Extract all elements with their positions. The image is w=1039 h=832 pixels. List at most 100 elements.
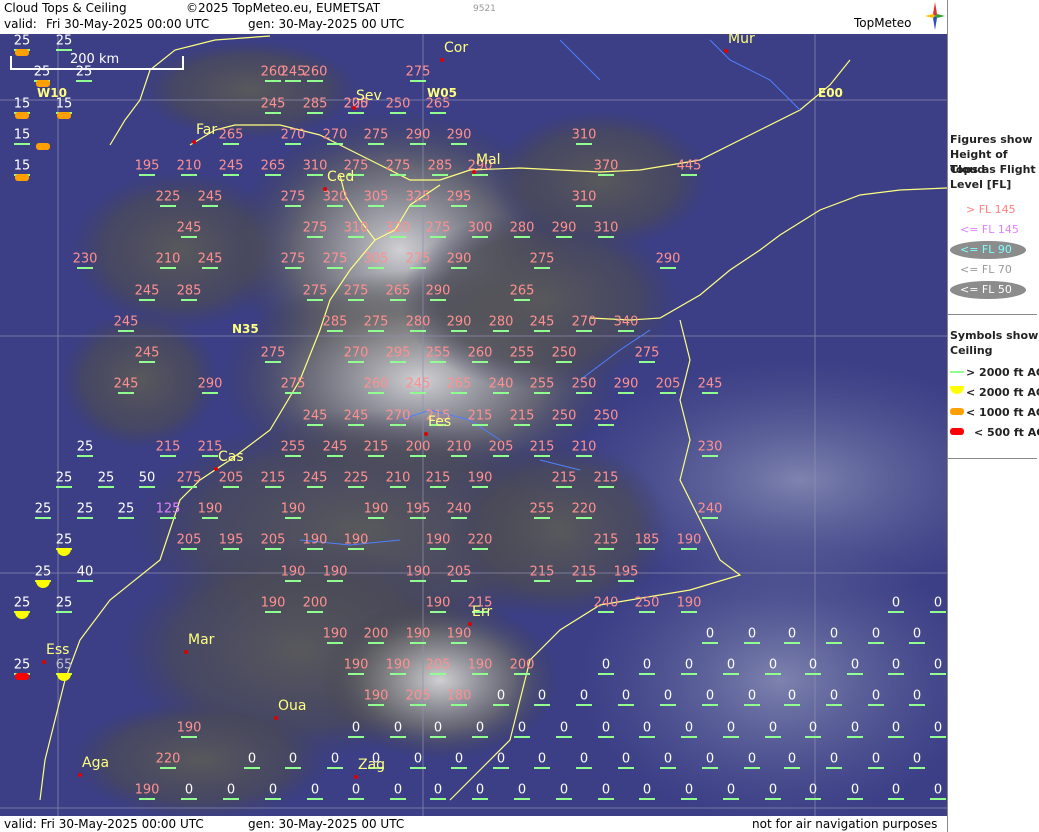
ceiling-symbol	[244, 767, 260, 769]
cloud-top-value: 205	[655, 376, 681, 392]
cloud-top-value: 210	[155, 251, 181, 267]
cloud-top-value: 260	[363, 376, 389, 392]
ceiling-symbol	[410, 392, 426, 394]
cloud-top-value: 190	[425, 595, 451, 611]
ceiling-symbol	[702, 767, 718, 769]
ceiling-symbol	[784, 704, 800, 706]
city-label: Err	[472, 604, 493, 620]
ceiling-symbol	[598, 673, 614, 675]
city-dot	[184, 650, 188, 654]
cloud-top-value: 260	[467, 345, 493, 361]
ceiling-symbol	[410, 80, 426, 82]
cloud-top-value: 250	[634, 595, 660, 611]
ceiling-symbol	[744, 767, 760, 769]
ceiling-symbol	[598, 424, 614, 426]
cloud-top-value: 190	[280, 501, 306, 517]
ceiling-symbol	[285, 392, 301, 394]
cloud-top-value: 25	[33, 64, 51, 80]
ceiling-symbol	[77, 455, 93, 457]
ceiling-symbol	[534, 455, 550, 457]
cloud-top-value: 0	[912, 688, 922, 704]
ceiling-symbol	[660, 704, 676, 706]
ceiling-symbol	[618, 580, 634, 582]
city-label: Sev	[356, 88, 382, 104]
ceiling-symbol	[744, 642, 760, 644]
cloud-top-value: 200	[302, 595, 328, 611]
cloud-top-value: 215	[551, 470, 577, 486]
cloud-top-value: 255	[529, 376, 555, 392]
cloud-top-value: 195	[405, 501, 431, 517]
city-label: Far	[196, 122, 218, 138]
cloud-top-value: 275	[322, 251, 348, 267]
city-dot	[724, 49, 728, 53]
ceiling-symbol	[847, 798, 863, 800]
ceiling-symbol	[327, 642, 343, 644]
cloud-top-value: 245	[697, 376, 723, 392]
cloud-top-value: 310	[571, 127, 597, 143]
ceiling-symbol	[390, 236, 406, 238]
ceiling-symbol	[534, 704, 550, 706]
ceiling-symbol	[765, 673, 781, 675]
cloud-top-value: 240	[488, 376, 514, 392]
ceiling-symbol	[576, 580, 592, 582]
ceiling-symbol	[348, 236, 364, 238]
ceiling-symbol	[451, 392, 467, 394]
ceiling-symbol	[556, 236, 572, 238]
cloud-top-value: 210	[385, 470, 411, 486]
cloud-top-value: 25	[76, 501, 94, 517]
cloud-top-value: 245	[218, 158, 244, 174]
ceiling-symbol	[432, 174, 448, 176]
cloud-top-value: 15	[55, 96, 73, 112]
ceiling-symbol	[930, 736, 946, 738]
ceiling-symbol	[390, 112, 406, 114]
ceiling-symbol	[534, 517, 550, 519]
grid-label-n35: N35	[232, 322, 259, 336]
cloud-top-value: 190	[363, 688, 389, 704]
ceiling-symbol	[202, 517, 218, 519]
ceiling-symbol	[368, 267, 384, 269]
city-dot	[440, 58, 444, 62]
ceiling-symbol	[534, 767, 550, 769]
cloud-top-value: 0	[768, 720, 778, 736]
footer-disclaimer: not for air navigation purposes	[752, 817, 938, 831]
cloud-top-value: 0	[787, 751, 797, 767]
ceiling-symbol	[576, 704, 592, 706]
cloud-top-value: 0	[705, 688, 715, 704]
ceiling-symbol	[702, 704, 718, 706]
cloud-top-value: 320	[322, 189, 348, 205]
grid-label-e00: E00	[818, 86, 843, 100]
cloud-top-value: 270	[571, 314, 597, 330]
cloud-top-value: 190	[405, 564, 431, 580]
cloud-top-value: 0	[517, 720, 527, 736]
ceiling-symbol	[223, 486, 239, 488]
city-label: Ess	[46, 642, 70, 658]
cloud-top-value: 290	[425, 283, 451, 299]
cloud-top-value: 0	[310, 782, 320, 798]
ceiling-symbol	[410, 517, 426, 519]
cloud-top-value: 250	[385, 96, 411, 112]
cloud-top-value: 275	[302, 220, 328, 236]
cloud-top-value: 0	[933, 657, 943, 673]
cloud-top-value: 210	[446, 439, 472, 455]
cloud-top-value: 205	[488, 439, 514, 455]
cloud-top-value: 215	[529, 564, 555, 580]
city-dot	[352, 106, 356, 110]
ceiling-symbol	[327, 143, 343, 145]
cloud-top-value: 275	[405, 251, 431, 267]
ceiling-symbol	[14, 143, 30, 145]
compass-icon	[925, 2, 945, 30]
cloud-top-value: 0	[247, 751, 257, 767]
city-dot	[192, 140, 196, 144]
ceiling-symbol	[493, 392, 509, 394]
ceiling-symbol	[451, 205, 467, 207]
cloud-top-value: 230	[72, 251, 98, 267]
cloud-top-value: 290	[197, 376, 223, 392]
cloud-top-value: 245	[134, 283, 160, 299]
city-dot	[468, 622, 472, 626]
cloud-top-value: 0	[601, 782, 611, 798]
cloud-top-value: 0	[891, 595, 901, 611]
ceiling-marker	[36, 80, 50, 87]
city-dot	[424, 432, 428, 436]
legend-symbol-yellow	[950, 386, 964, 394]
cloud-top-value: 215	[529, 439, 555, 455]
